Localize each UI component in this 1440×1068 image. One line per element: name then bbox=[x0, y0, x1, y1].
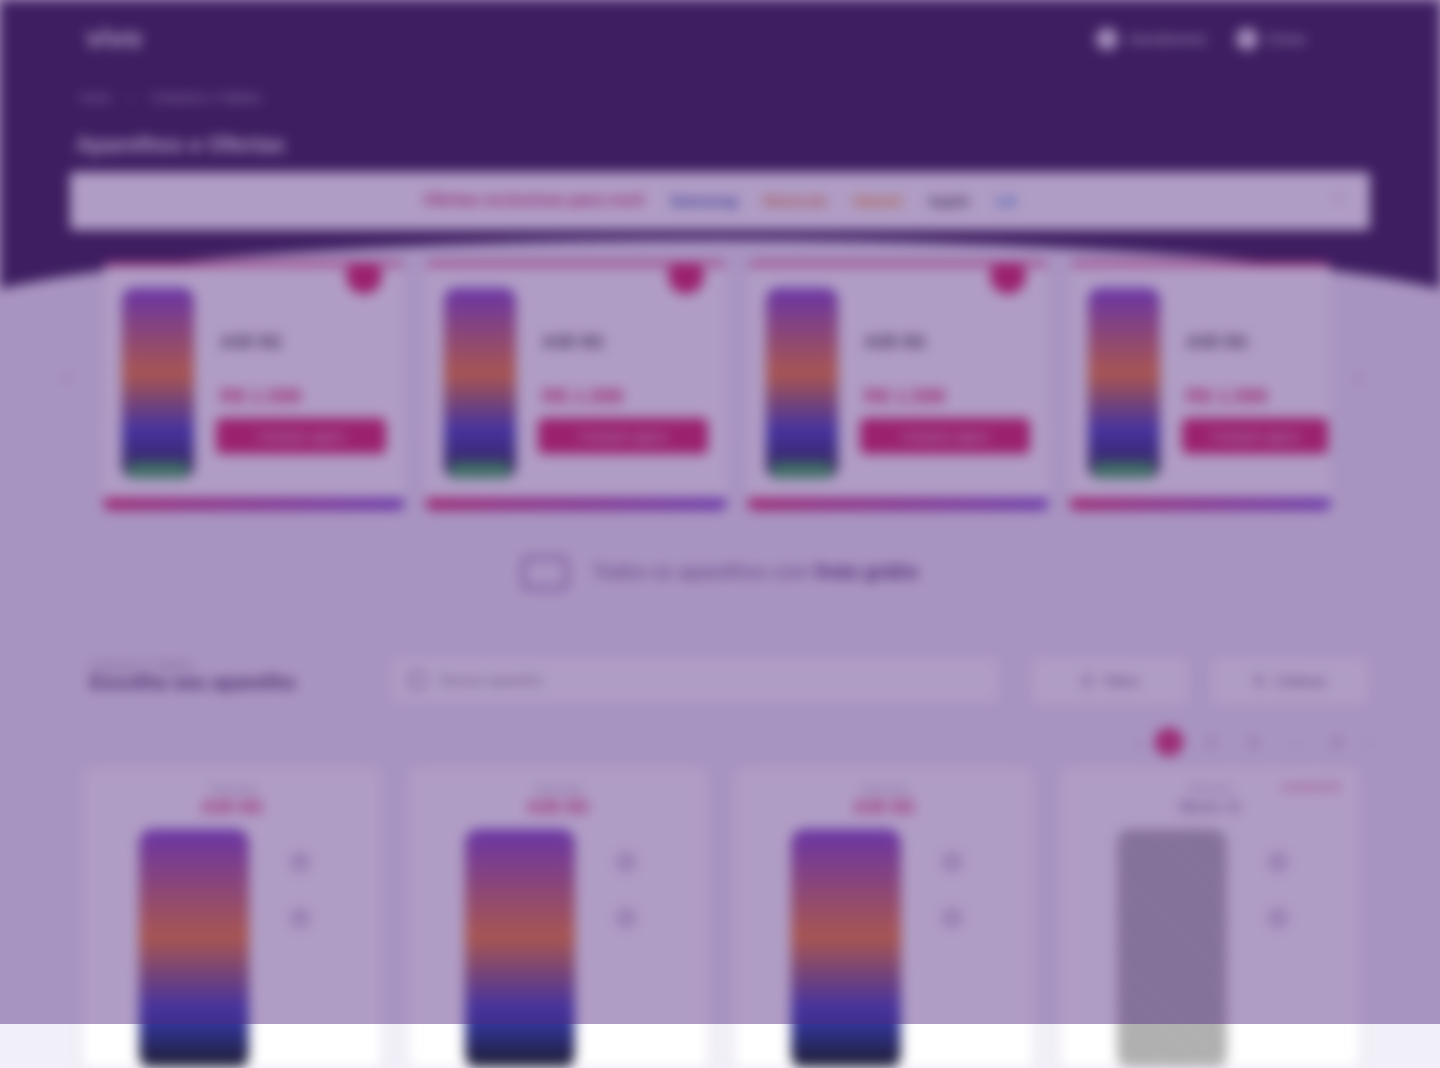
modal-backdrop-overlay[interactable] bbox=[0, 0, 1440, 1024]
